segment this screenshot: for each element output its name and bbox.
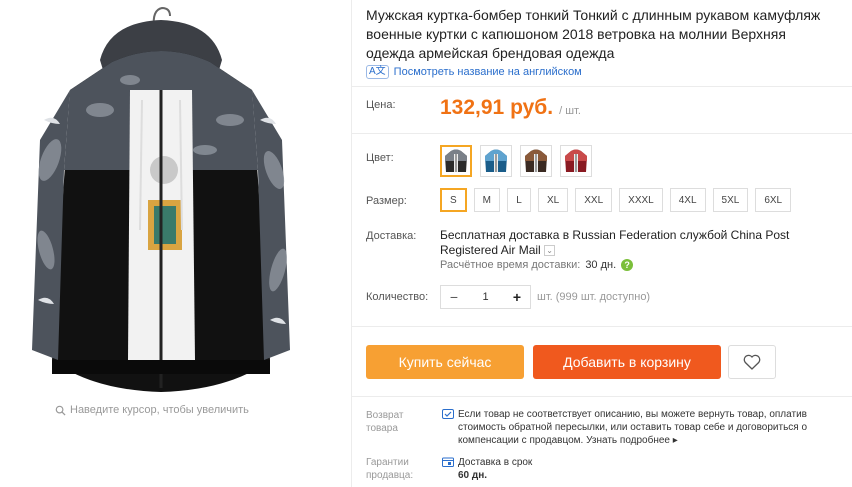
product-details: Мужская куртка-бомбер тонкий Тонкий с дл… [352, 0, 852, 487]
return-label-line-1: Возврат [366, 410, 404, 421]
divider [352, 326, 852, 327]
size-option-xxxl[interactable]: XXXL [619, 188, 663, 212]
learn-more-link[interactable]: Узнать подробнее ▸ [586, 435, 678, 446]
quantity-stepper: − 1 + [440, 285, 531, 309]
zoom-hint: Наведите курсор, чтобы увеличить [55, 404, 249, 416]
translate-title-link[interactable]: A文 Посмотреть название на английском [366, 65, 582, 79]
eta-label: Расчётное время доставки: [440, 259, 581, 271]
quantity-increase-button[interactable]: + [511, 289, 523, 305]
price-block: 132,91 руб. / шт. [440, 96, 581, 120]
zoom-hint-text: Наведите курсор, чтобы увеличить [70, 404, 249, 416]
guarantee-value: 60 дн. [458, 470, 488, 481]
delivery-text: Бесплатная доставка в Russian Federation… [440, 228, 790, 257]
price-label: Цена: [366, 99, 396, 111]
size-option-l[interactable]: L [507, 188, 532, 212]
color-swatch-brown-camo[interactable] [520, 145, 552, 177]
jacket-thumbnail-icon [485, 149, 507, 172]
buy-now-button[interactable]: Купить сейчас [366, 345, 524, 379]
guarantee-label-line-1: Гарантии [366, 457, 409, 468]
color-swatch-red-camo[interactable] [560, 145, 592, 177]
quantity-available: шт. (999 шт. доступно) [537, 291, 651, 303]
heart-icon [743, 354, 761, 370]
guarantee-label-line-2: продавца: [366, 470, 414, 481]
return-label: Возврат товара [366, 409, 404, 435]
delivery-dropdown-icon[interactable]: ⌄ [544, 245, 556, 257]
translate-label: Посмотреть название на английском [393, 66, 582, 78]
guarantee-text: Доставка в срок [458, 457, 533, 468]
guarantee-label: Гарантии продавца: [366, 456, 413, 482]
delivery-label: Доставка: [366, 230, 417, 242]
divider [352, 133, 852, 134]
price-value: 132,91 руб. [440, 96, 554, 119]
size-option-5xl[interactable]: 5XL [712, 188, 749, 212]
color-options [440, 145, 592, 177]
quantity-decrease-button[interactable]: − [448, 289, 460, 305]
learn-more-label: Узнать подробнее [586, 435, 670, 446]
size-option-s[interactable]: S [440, 188, 467, 212]
jacket-thumbnail-icon [565, 149, 587, 172]
quantity-label: Количество: [366, 291, 429, 303]
magnifier-icon [55, 405, 66, 416]
size-option-4xl[interactable]: 4XL [669, 188, 706, 212]
size-options: S M L XL XXL XXXL 4XL 5XL 6XL [440, 188, 792, 212]
delivery-eta: Расчётное время доставки: 30 дн. ? [440, 259, 634, 271]
size-option-6xl[interactable]: 6XL [755, 188, 792, 212]
product-gallery: Наведите курсор, чтобы увеличить [0, 0, 352, 487]
eta-value: 30 дн. [585, 259, 617, 271]
return-policy: Если товар не соответствует описанию, вы… [458, 408, 818, 447]
jacket-thumbnail-icon [445, 149, 467, 172]
product-photo[interactable] [30, 0, 292, 395]
size-option-m[interactable]: M [473, 188, 501, 212]
quantity-input[interactable]: 1 [482, 291, 488, 303]
translate-icon: A文 [366, 65, 389, 79]
delivery-info: Бесплатная доставка в Russian Federation… [440, 228, 840, 258]
divider [352, 86, 852, 87]
wishlist-button[interactable] [728, 345, 776, 379]
help-icon[interactable]: ? [621, 259, 634, 271]
add-to-cart-button[interactable]: Добавить в корзину [533, 345, 721, 379]
guarantee-info: Доставка в срок 60 дн. [458, 456, 818, 482]
jacket-thumbnail-icon [525, 149, 547, 172]
calendar-icon [442, 457, 454, 467]
divider [352, 396, 852, 397]
size-option-xl[interactable]: XL [538, 188, 569, 212]
return-icon [442, 409, 454, 419]
color-swatch-blue-camo[interactable] [480, 145, 512, 177]
size-label: Размер: [366, 195, 407, 207]
price-unit: / шт. [559, 105, 581, 117]
size-option-xxl[interactable]: XXL [575, 188, 613, 212]
product-title: Мужская куртка-бомбер тонкий Тонкий с дл… [366, 7, 821, 61]
return-label-line-2: товара [366, 423, 398, 434]
color-label: Цвет: [366, 152, 394, 164]
color-swatch-black-camo[interactable] [440, 145, 472, 177]
